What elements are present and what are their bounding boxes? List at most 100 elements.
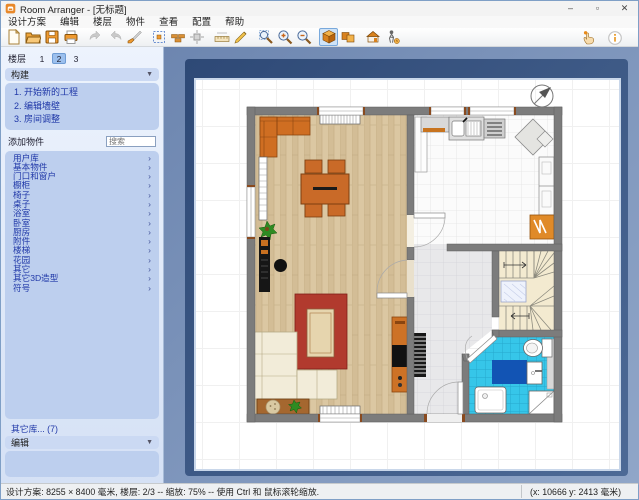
bath-sink[interactable] xyxy=(527,362,542,384)
shower-tray[interactable] xyxy=(475,387,506,413)
other-libraries-link[interactable]: 其它库... (7) xyxy=(5,419,159,433)
kitchen-sink[interactable] xyxy=(449,117,484,140)
zoom-region-icon xyxy=(258,29,274,45)
menu-help[interactable]: 帮助 xyxy=(218,16,251,28)
status-plan-info: 设计方案: 8255 × 8400 毫米, 楼层: 2/3 -- 缩放: 75%… xyxy=(6,485,319,498)
floor-button-3[interactable]: 3 xyxy=(69,53,83,64)
close-button[interactable]: ✕ xyxy=(611,1,638,16)
move-object-button[interactable] xyxy=(187,28,206,46)
window-title: Room Arranger - [无标题] xyxy=(20,2,127,16)
paint-brush-icon xyxy=(126,29,142,45)
zoom-region-button[interactable] xyxy=(256,28,275,46)
build-step-edit-walls[interactable]: 2. 编辑墙壁 xyxy=(5,100,159,114)
plan-page[interactable] xyxy=(194,78,621,471)
radiator-bottom[interactable] xyxy=(320,406,360,414)
bath-mat[interactable] xyxy=(492,360,527,384)
edit-panel xyxy=(5,451,159,477)
build-step-adjust-room[interactable]: 3. 房间调整 xyxy=(5,113,159,127)
menu-object[interactable]: 物件 xyxy=(119,16,152,28)
pencil-icon xyxy=(233,29,249,45)
open-button[interactable] xyxy=(23,28,42,46)
coat-rack[interactable] xyxy=(414,333,426,377)
kitchen-counter[interactable] xyxy=(421,117,449,132)
redo-button[interactable] xyxy=(105,28,124,46)
menu-floor[interactable]: 楼层 xyxy=(86,16,119,28)
toolbar xyxy=(1,28,638,47)
title-bar: Room Arranger - [无标题] – ▫ ✕ xyxy=(1,1,638,16)
house-3d-button[interactable] xyxy=(363,28,382,46)
radiator-top[interactable] xyxy=(320,115,360,124)
menu-view[interactable]: 查看 xyxy=(152,16,185,28)
new-document-icon xyxy=(6,29,22,45)
zoom-out-icon xyxy=(296,29,312,45)
paint-button[interactable] xyxy=(124,28,143,46)
floor-speaker[interactable] xyxy=(274,259,287,272)
search-input[interactable] xyxy=(106,136,156,147)
new-button[interactable] xyxy=(4,28,23,46)
refrigerator[interactable] xyxy=(530,215,554,239)
print-button[interactable] xyxy=(61,28,80,46)
floor-label: 楼层 xyxy=(8,52,26,65)
move-icon xyxy=(189,29,205,45)
bricks-icon xyxy=(170,29,186,45)
zoom-in-icon xyxy=(277,29,293,45)
category-symbols[interactable]: 符号› xyxy=(5,284,159,293)
add-wall-button[interactable] xyxy=(168,28,187,46)
toilet[interactable] xyxy=(524,339,553,357)
status-cursor-coords: (x: 10666 y: 2413 毫米) xyxy=(521,485,633,498)
draw-wall-button[interactable] xyxy=(231,28,250,46)
zoom-in-button[interactable] xyxy=(275,28,294,46)
page-frame xyxy=(185,59,628,476)
floor-button-2[interactable]: 2 xyxy=(52,53,66,64)
build-step-new-project[interactable]: 1. 开始新的工程 xyxy=(5,86,159,100)
minimize-button[interactable]: – xyxy=(557,1,584,16)
chevron-right-icon: › xyxy=(148,284,151,293)
selection-icon xyxy=(151,29,167,45)
menu-edit[interactable]: 编辑 xyxy=(53,16,86,28)
cabinets-right[interactable] xyxy=(539,157,554,215)
maximize-button[interactable]: ▫ xyxy=(584,1,611,16)
print-icon xyxy=(63,29,79,45)
zoom-out-button[interactable] xyxy=(294,28,313,46)
objects-3d-button[interactable] xyxy=(338,28,357,46)
status-bar: 设计方案: 8255 × 8400 毫米, 楼层: 2/3 -- 缩放: 75%… xyxy=(1,483,638,499)
open-folder-icon xyxy=(25,29,41,45)
build-steps-panel: 1. 开始新的工程 2. 编辑墙壁 3. 房间调整 xyxy=(5,83,159,130)
sidebar: 楼层 1 2 3 构建 ▼ 1. 开始新的工程 2. 编辑墙壁 3. 房间调整 … xyxy=(1,47,164,485)
washing-machine[interactable] xyxy=(529,391,554,414)
fireplace-rug[interactable] xyxy=(295,294,347,369)
house-icon xyxy=(365,29,381,45)
chevron-down-icon: ▼ xyxy=(146,71,153,78)
build-section-header[interactable]: 构建 ▼ xyxy=(5,68,159,81)
view-3d-button[interactable] xyxy=(319,28,338,46)
info-icon xyxy=(607,30,623,46)
radiator-left[interactable] xyxy=(259,157,267,220)
walkthrough-button[interactable] xyxy=(382,28,401,46)
app-icon xyxy=(5,3,16,14)
undo-button[interactable] xyxy=(86,28,105,46)
info-button[interactable] xyxy=(605,29,624,47)
ruler-icon xyxy=(214,29,230,45)
select-resize-button[interactable] xyxy=(149,28,168,46)
plan-canvas[interactable] xyxy=(164,47,639,485)
tv-cabinet[interactable] xyxy=(259,237,270,292)
build-header-label: 构建 xyxy=(11,68,29,81)
pointer-mode-button[interactable] xyxy=(579,29,598,47)
save-button[interactable] xyxy=(42,28,61,46)
menu-bar: 设计方案 编辑 楼层 物件 查看 配置 帮助 xyxy=(1,16,638,28)
edit-section-header[interactable]: 编辑 ▼ xyxy=(5,436,159,449)
floor-button-1[interactable]: 1 xyxy=(35,53,49,64)
menu-design[interactable]: 设计方案 xyxy=(1,16,53,28)
cube-3d-icon xyxy=(321,29,337,45)
add-objects-label: 添加物件 xyxy=(8,135,44,148)
menu-config[interactable]: 配置 xyxy=(185,16,218,28)
cubes-icon xyxy=(340,29,356,45)
measure-button[interactable] xyxy=(212,28,231,46)
floor-plan xyxy=(196,80,619,469)
tv-unit-right[interactable] xyxy=(392,317,408,392)
side-table-plants[interactable] xyxy=(257,399,309,414)
floor-selector: 楼层 1 2 3 xyxy=(5,51,159,65)
edit-header-label: 编辑 xyxy=(11,436,29,449)
stove[interactable] xyxy=(484,119,505,138)
undo-icon xyxy=(88,29,104,45)
